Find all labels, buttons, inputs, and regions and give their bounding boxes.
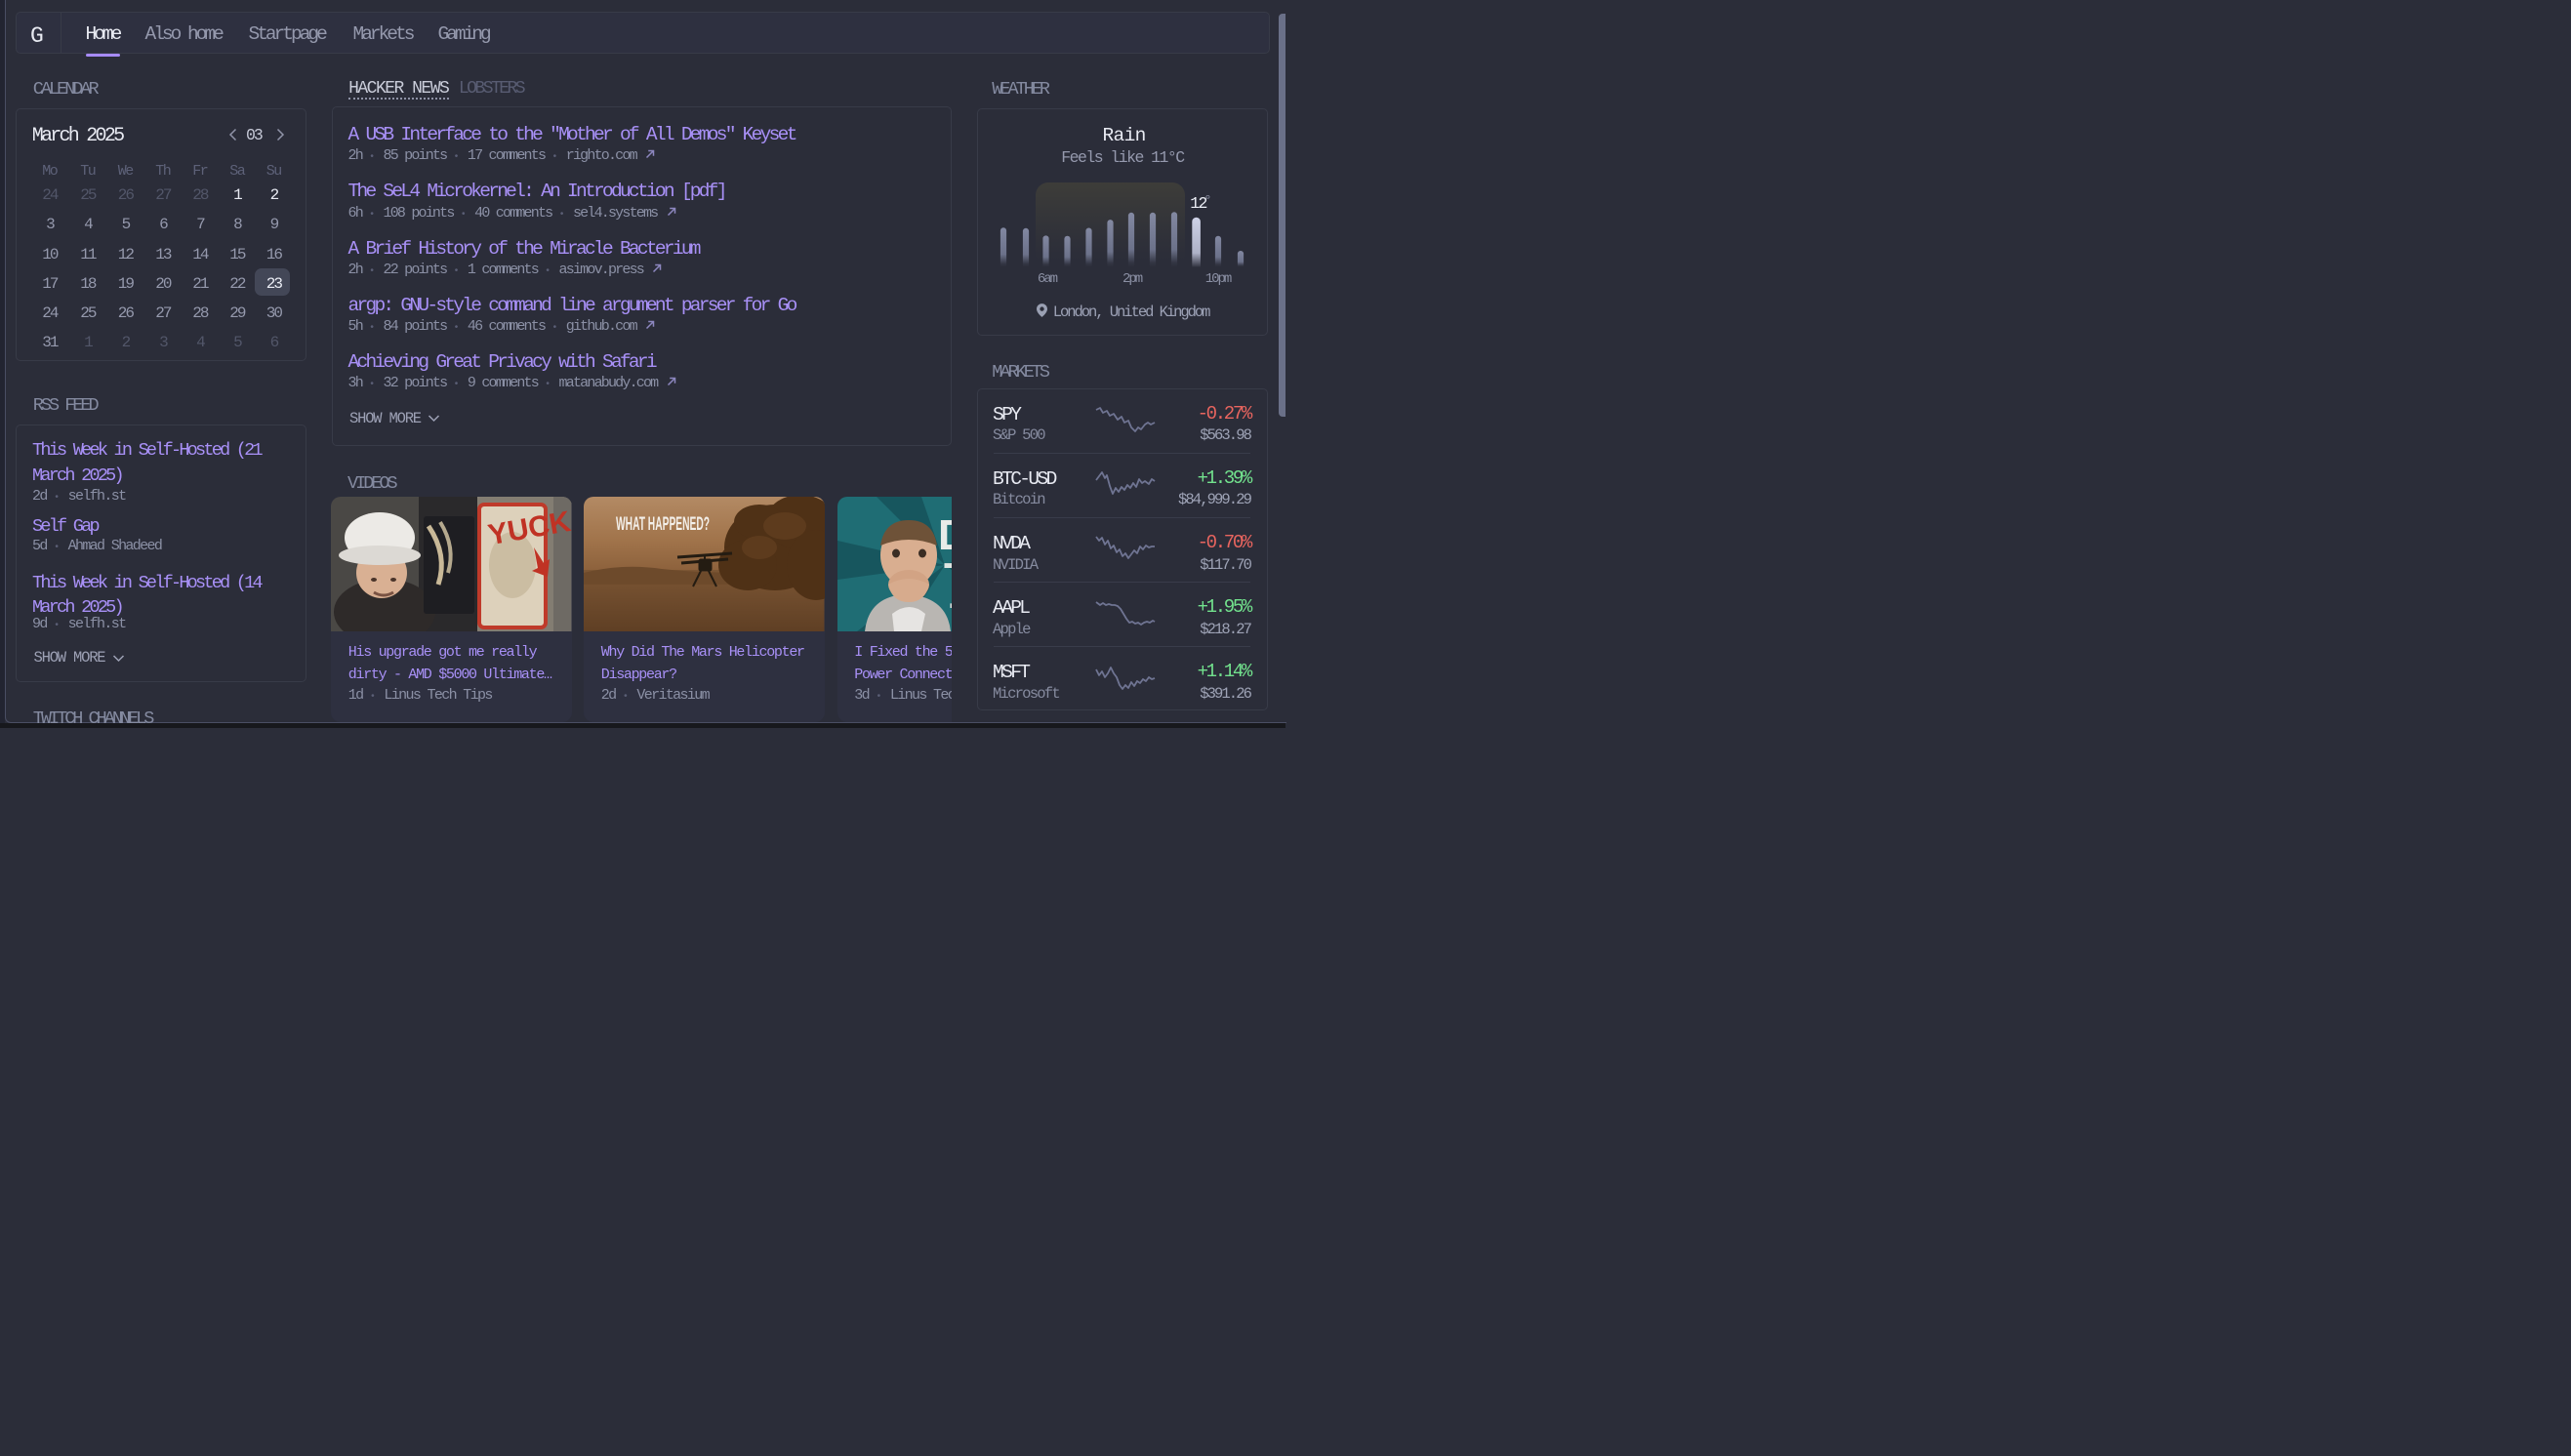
svg-text:T: T: [950, 594, 953, 632]
svg-text:DO: DO: [938, 511, 953, 559]
svg-text:WHAT HAPPENED?: WHAT HAPPENED?: [616, 514, 710, 535]
